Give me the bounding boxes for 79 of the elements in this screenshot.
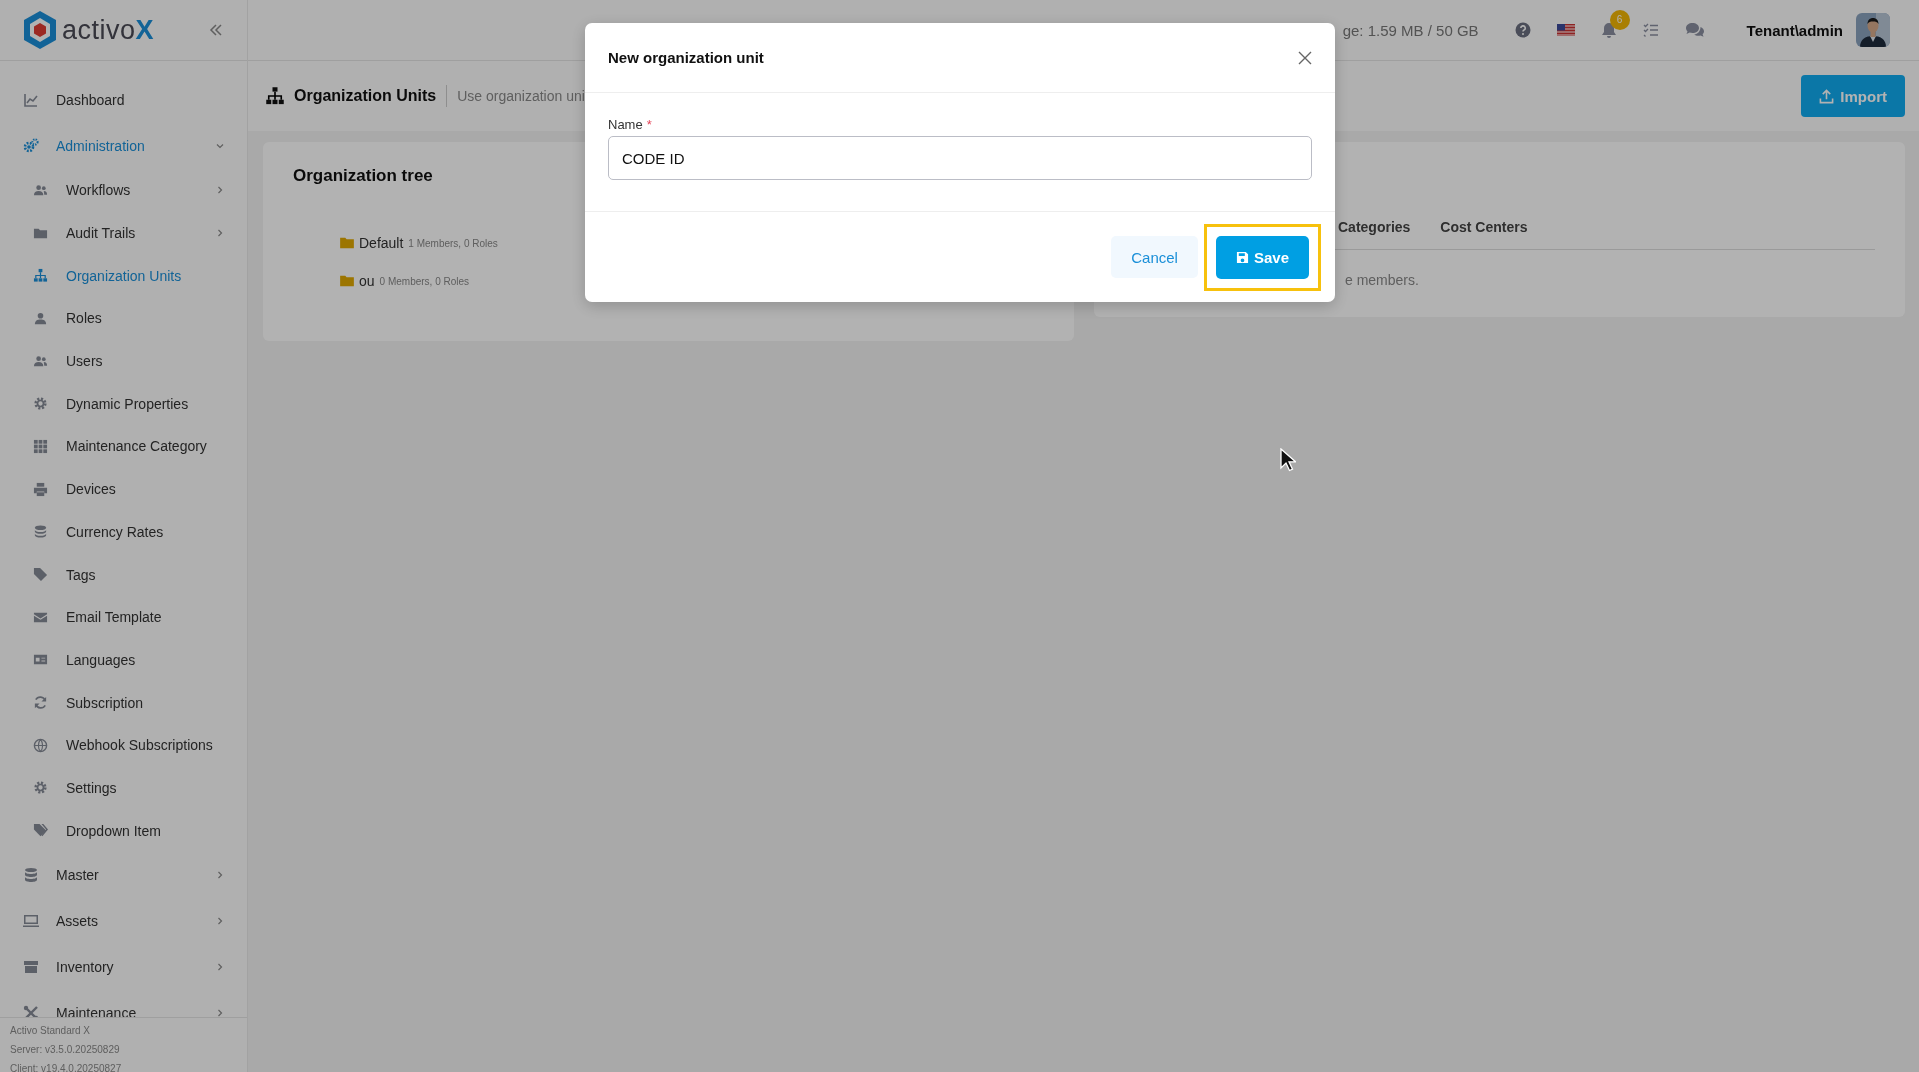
- chart-icon: [23, 92, 39, 108]
- chevron-icon: [215, 916, 225, 926]
- name-field[interactable]: CODE ID: [608, 136, 1312, 180]
- menu-item[interactable]: Master: [0, 852, 247, 898]
- storage-usage-text: ge: 1.59 MB / 50 GB: [1342, 21, 1479, 39]
- menu-item[interactable]: Assets: [0, 898, 247, 944]
- bell-icon[interactable]: [1600, 21, 1617, 39]
- menu-item[interactable]: Devices: [0, 467, 247, 511]
- menu-item[interactable]: Audit Trails: [0, 211, 247, 255]
- menu-item[interactable]: Dropdown Item: [0, 809, 247, 852]
- page-title: Organization Units: [294, 87, 437, 105]
- node-info: 0 Members, 0 Roles: [379, 275, 470, 287]
- tab[interactable]: Cost Centers: [1440, 219, 1528, 249]
- card-title: Organization tree: [293, 166, 433, 186]
- users-icon: [33, 353, 48, 369]
- menu-item[interactable]: Webhook Subscriptions: [0, 723, 247, 767]
- tab[interactable]: Categories: [1338, 219, 1411, 249]
- collapse-icon[interactable]: [209, 23, 223, 37]
- gear-icon: [33, 396, 48, 412]
- dialog-title: New organization unit: [608, 49, 765, 66]
- chat-icon[interactable]: [1684, 22, 1705, 38]
- chevron-icon: [215, 228, 225, 239]
- tree-node[interactable]: Default: [359, 235, 404, 251]
- page-subtitle: Use organization uni: [457, 88, 585, 104]
- gears-icon: [23, 138, 39, 154]
- menu-item[interactable]: Currency Rates: [0, 510, 247, 554]
- empty-message: e members.: [1345, 272, 1419, 288]
- folder-icon: [340, 275, 354, 287]
- menu-item[interactable]: Languages: [0, 638, 247, 682]
- notification-badge: 6: [1609, 9, 1630, 30]
- tools-icon: [23, 1005, 39, 1017]
- archive-icon: [23, 959, 39, 975]
- cursor-icon: [1280, 448, 1296, 472]
- flag-icon[interactable]: [1556, 24, 1575, 36]
- folder-icon: [340, 237, 354, 249]
- chevron-icon: [215, 185, 225, 196]
- checklist-icon[interactable]: [1642, 23, 1659, 37]
- upload-icon: [1819, 88, 1835, 104]
- field-label: Name: [608, 117, 643, 132]
- chevron-icon: [215, 141, 225, 151]
- monitor-icon: [23, 913, 39, 929]
- required-mark: *: [646, 117, 652, 132]
- tree-node[interactable]: ou: [359, 273, 375, 289]
- menu-item[interactable]: Users: [0, 339, 247, 383]
- tags-icon: [33, 823, 48, 839]
- users-icon: [33, 182, 48, 198]
- menu-item[interactable]: Roles: [0, 297, 247, 340]
- menu-item[interactable]: Dashboard: [0, 77, 247, 123]
- menu-item[interactable]: Workflows: [0, 169, 247, 212]
- printer-icon: [33, 481, 48, 497]
- version-text: Client: v19.4.0.20250827: [10, 1062, 123, 1072]
- version-text: Server: v3.5.0.20250829: [10, 1043, 121, 1057]
- menu-item[interactable]: Settings: [0, 766, 247, 810]
- logo-icon: [22, 10, 58, 50]
- close-icon[interactable]: [1298, 50, 1312, 65]
- chevron-icon: [215, 1008, 225, 1017]
- globe-icon: [33, 737, 48, 753]
- menu-item[interactable]: Subscription: [0, 681, 247, 724]
- gear-icon: [33, 780, 48, 796]
- menu-item[interactable]: Email Template: [0, 595, 247, 639]
- logo-text: activoX: [62, 14, 155, 46]
- node-info: 1 Members, 0 Roles: [408, 237, 498, 249]
- menu-item[interactable]: Maintenance Category: [0, 425, 247, 468]
- chevron-icon: [215, 962, 225, 972]
- sitemap-icon: [33, 268, 48, 284]
- coins-icon: [33, 524, 48, 540]
- grid-icon: [33, 438, 48, 454]
- database-icon: [23, 867, 39, 883]
- user-name[interactable]: Tenant\admin: [1746, 21, 1843, 39]
- chevron-icon: [215, 870, 225, 880]
- sitemap-icon: [264, 86, 286, 106]
- user-icon: [33, 310, 48, 326]
- tag-icon: [33, 567, 48, 583]
- menu-item[interactable]: Dynamic Properties: [0, 382, 247, 426]
- help-icon[interactable]: [1514, 22, 1531, 38]
- menu-item[interactable]: Inventory: [0, 944, 247, 990]
- menu-item[interactable]: Tags: [0, 553, 247, 596]
- version-text: Activo Standard X: [10, 1024, 92, 1038]
- refresh-icon: [33, 695, 48, 711]
